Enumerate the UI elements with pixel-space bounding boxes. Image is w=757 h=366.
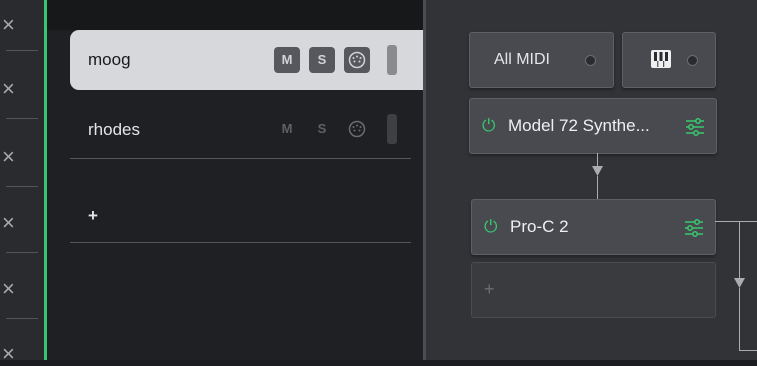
midi-connector-icon: [348, 51, 366, 69]
device-chain-panel: All MIDI ⏻ Model 72 Synthe... ⏻ Pro-C 2 …: [426, 0, 757, 360]
track-name[interactable]: rhodes: [88, 120, 140, 140]
track-list: moog M S rhodes M S +: [47, 0, 423, 360]
device-settings-icon[interactable]: [684, 219, 704, 237]
midi-connector-icon: [348, 120, 366, 138]
remove-track-column: × × × × × ×: [0, 0, 44, 365]
track-row-moog[interactable]: moog M S: [70, 30, 423, 90]
add-track-row[interactable]: +: [70, 190, 411, 243]
power-icon[interactable]: ⏻: [482, 116, 495, 136]
chain-connector: [597, 176, 598, 199]
add-track-button[interactable]: +: [88, 206, 98, 226]
midi-input-button[interactable]: [344, 47, 370, 73]
chain-connector: [739, 288, 740, 350]
midi-input-button[interactable]: [344, 116, 370, 142]
close-icon[interactable]: ×: [0, 14, 44, 36]
device-model-72[interactable]: ⏻ Model 72 Synthe...: [469, 98, 717, 154]
solo-button[interactable]: S: [309, 47, 335, 73]
track-row-rhodes[interactable]: rhodes M S: [70, 100, 411, 159]
midi-input-label: All MIDI: [494, 51, 550, 68]
midi-input-selector[interactable]: All MIDI: [469, 32, 614, 88]
close-icon[interactable]: ×: [0, 343, 44, 365]
close-icon[interactable]: ×: [0, 146, 44, 168]
chain-connector: [739, 221, 740, 279]
device-name[interactable]: Pro-C 2: [510, 217, 569, 237]
chain-connector: [715, 221, 757, 222]
mute-button[interactable]: M: [274, 116, 300, 142]
divider: [6, 318, 38, 319]
device-settings-icon[interactable]: [685, 118, 705, 136]
device-pro-c-2[interactable]: ⏻ Pro-C 2: [471, 199, 716, 255]
level-meter: [387, 45, 397, 75]
add-device-slot[interactable]: +: [471, 262, 716, 318]
keyboard-activity-indicator: [687, 55, 698, 66]
divider: [6, 252, 38, 253]
divider: [6, 50, 38, 51]
keyboard-input-button[interactable]: [622, 32, 716, 88]
piano-keyboard-icon: [651, 50, 671, 68]
level-meter: [387, 114, 397, 144]
connector-arrow: [592, 166, 603, 176]
midi-activity-indicator: [585, 55, 596, 66]
power-icon[interactable]: ⏻: [484, 217, 497, 237]
divider: [6, 118, 38, 119]
close-icon[interactable]: ×: [0, 278, 44, 300]
chain-connector: [739, 350, 757, 351]
connector-arrow: [734, 278, 745, 288]
close-icon[interactable]: ×: [0, 78, 44, 100]
track-name[interactable]: moog: [88, 50, 131, 70]
device-name[interactable]: Model 72 Synthe...: [508, 116, 650, 136]
solo-button[interactable]: S: [309, 116, 335, 142]
divider: [6, 186, 38, 187]
add-device-button[interactable]: +: [484, 279, 495, 300]
track-list-header: [47, 0, 423, 30]
close-icon[interactable]: ×: [0, 212, 44, 234]
mute-button[interactable]: M: [274, 47, 300, 73]
